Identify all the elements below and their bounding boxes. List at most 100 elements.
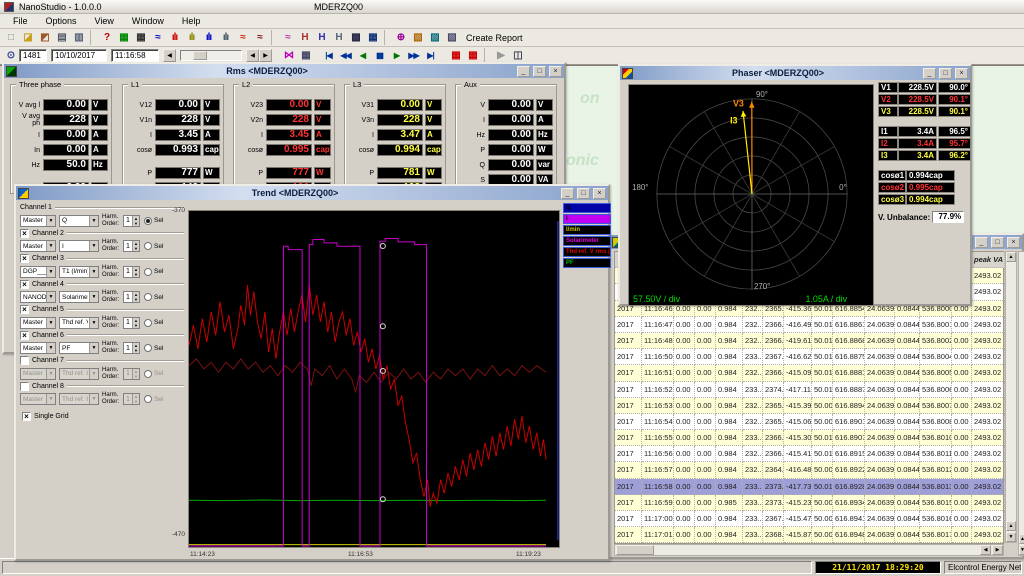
harmonics-table-icon[interactable]: ▦ xyxy=(132,30,149,45)
energy-table-icon[interactable]: ▩ xyxy=(347,30,364,45)
skip-start-button[interactable]: |◀ xyxy=(320,48,337,63)
phaser-window-titlebar[interactable]: Phaser <MDERZQ00> _ □ × xyxy=(620,66,970,80)
channel-4-param-select[interactable]: Solarimete▼ xyxy=(59,291,99,303)
channel-3-sel-radio[interactable] xyxy=(144,268,152,276)
table-vertical-scrollbar[interactable]: ▲ ▲ ▼ xyxy=(1005,251,1017,543)
harmonic-bars-olive-icon[interactable]: ılı xyxy=(183,30,200,45)
channel-6-checkbox[interactable]: × xyxy=(20,331,29,340)
channel-7-source-select[interactable]: Master▼ xyxy=(20,368,56,380)
channel-6-param-select[interactable]: PF▼ xyxy=(59,342,99,354)
hold-gray-icon[interactable]: H xyxy=(330,30,347,45)
channel-8-checkbox[interactable] xyxy=(20,382,29,391)
scroll-right-button[interactable]: ▶ xyxy=(992,545,1003,555)
channel-8-source-select[interactable]: Master▼ xyxy=(20,393,56,405)
channel-8-sel-radio[interactable] xyxy=(144,395,152,403)
report-doc2-icon[interactable]: ▨ xyxy=(426,30,443,45)
scroll-down-button[interactable]: ▲ xyxy=(1006,521,1016,531)
table-row[interactable]: 201711:16:520.000.000.984233...2374...-4… xyxy=(615,382,1003,398)
phaser-close-button[interactable]: × xyxy=(955,68,968,79)
harmonic-bars-blue-icon[interactable]: ılı xyxy=(200,30,217,45)
channel-7-param-select[interactable]: Thd ref. I▼ xyxy=(59,368,99,380)
rewind-button[interactable]: ◀◀ xyxy=(337,48,354,63)
channel-3-param-select[interactable]: T1 (l/min)▼ xyxy=(59,266,99,278)
report-doc3-icon[interactable]: ▧ xyxy=(443,30,460,45)
print-icon[interactable]: ▤ xyxy=(53,30,70,45)
table-row[interactable]: 201711:16:470.000.000.984232...2366...-4… xyxy=(615,317,1003,333)
channel-7-harm-order-spinner[interactable]: 1▲▼ xyxy=(123,368,140,380)
event-marker-icon[interactable]: ⋈ xyxy=(280,48,297,63)
legend-3[interactable]: l/min xyxy=(563,225,611,235)
close-file-icon[interactable]: ◩ xyxy=(36,30,53,45)
trend-marker-icon[interactable]: ≈ xyxy=(279,30,296,45)
winscroll-down-button[interactable]: ▼ xyxy=(1019,545,1024,555)
channel-8-harm-order-spinner[interactable]: 1▲▼ xyxy=(123,393,140,405)
time-slider-thumb[interactable] xyxy=(193,51,207,60)
menu-view[interactable]: View xyxy=(86,15,123,27)
channel-1-param-select[interactable]: Q▼ xyxy=(59,215,99,227)
hold-red-icon[interactable]: H xyxy=(296,30,313,45)
table-minimize-button[interactable]: _ xyxy=(975,237,988,248)
table-row[interactable]: 201711:17:010.000.000.984233...2368...-4… xyxy=(615,527,1003,543)
table-row[interactable]: 201711:16:500.000.000.984233...2367...-4… xyxy=(615,349,1003,365)
channel-2-source-select[interactable]: Master▼ xyxy=(20,240,56,252)
channel-5-sel-radio[interactable] xyxy=(144,319,152,327)
legend-4[interactable]: Solarimeter xyxy=(563,236,611,246)
window-vertical-scrollbar[interactable]: ▲ ▼ xyxy=(1018,251,1024,556)
channel-4-harm-order-spinner[interactable]: 1▲▼ xyxy=(123,291,140,303)
channel-3-source-select[interactable]: DGP___▼ xyxy=(20,266,56,278)
legend-2[interactable]: I xyxy=(563,214,611,224)
rms-maximize-button[interactable]: □ xyxy=(533,66,546,77)
trend-close-button[interactable]: × xyxy=(593,188,606,199)
menu-window[interactable]: Window xyxy=(123,15,173,27)
legend-1[interactable]: Q xyxy=(563,203,611,213)
winscroll-up-button[interactable]: ▲ xyxy=(1019,534,1024,544)
grid-view-icon[interactable]: ▦ xyxy=(297,48,314,63)
channel-5-source-select[interactable]: Master▼ xyxy=(20,317,56,329)
channel-4-source-select[interactable]: NANODS▼ xyxy=(20,291,56,303)
trend-view-red-icon[interactable]: ≈ xyxy=(234,30,251,45)
help-icon[interactable]: ? xyxy=(98,30,115,45)
table-view-icon[interactable]: ▦ xyxy=(364,30,381,45)
waveform-view-icon[interactable]: ≈ xyxy=(149,30,166,45)
legend-6[interactable]: PF xyxy=(563,258,611,268)
table-row[interactable]: 201711:16:510.000.000.984232...2366...-4… xyxy=(615,365,1003,381)
channel-7-checkbox[interactable] xyxy=(20,356,29,365)
table-close-button[interactable]: × xyxy=(1007,237,1020,248)
table-row[interactable]: 201711:16:590.000.000.985233...2373...-4… xyxy=(615,495,1003,511)
legend-5[interactable]: Thd ref. V rms (L3) xyxy=(563,247,611,257)
table-row[interactable]: 201711:16:560.000.000.984232...2366...-4… xyxy=(615,446,1003,462)
scroll-down2-button[interactable]: ▼ xyxy=(1006,532,1016,542)
channel-2-param-select[interactable]: I▼ xyxy=(59,240,99,252)
table-row[interactable]: 201711:16:540.000.000.984232...2365...-4… xyxy=(615,414,1003,430)
records-icon[interactable]: ⊙ xyxy=(2,48,19,63)
play-button[interactable]: ▶ xyxy=(388,48,405,63)
channel-4-checkbox[interactable]: × xyxy=(20,280,29,289)
channel-1-sel-radio[interactable] xyxy=(144,217,152,225)
channel-4-sel-radio[interactable] xyxy=(144,293,152,301)
time-field[interactable]: 11:16:58 xyxy=(111,49,159,62)
data-table-red-icon[interactable]: ▦ xyxy=(447,48,464,63)
scroll-up-button[interactable]: ▲ xyxy=(1006,252,1016,262)
channel-7-sel-radio[interactable] xyxy=(144,370,152,378)
phaser-minimize-button[interactable]: _ xyxy=(923,68,936,79)
step-back-button[interactable]: ◀ xyxy=(354,48,371,63)
menu-file[interactable]: File xyxy=(4,15,37,27)
channel-3-harm-order-spinner[interactable]: 1▲▼ xyxy=(123,266,140,278)
time-slider[interactable] xyxy=(180,50,242,61)
create-report-button[interactable]: Create Report xyxy=(466,33,523,43)
hscroll-thumb[interactable] xyxy=(616,545,654,555)
pause-button[interactable]: ▮▮ xyxy=(371,48,388,63)
table-row-selected[interactable]: 201711:16:580.000.000.984233...2373...-4… xyxy=(615,479,1003,495)
fast-forward-button[interactable]: ▶▶ xyxy=(405,48,422,63)
skip-end-button[interactable]: ▶| xyxy=(422,48,439,63)
channel-2-checkbox[interactable]: × xyxy=(20,229,29,238)
phaser-view-icon[interactable]: ⊕ xyxy=(392,30,409,45)
date-field[interactable]: 10/10/2017 xyxy=(51,49,107,62)
rms-view-icon[interactable]: ▦ xyxy=(115,30,132,45)
trend-maximize-button[interactable]: □ xyxy=(577,188,590,199)
open-folder-icon[interactable]: ◪ xyxy=(19,30,36,45)
table-row[interactable]: 201711:16:570.000.000.984232...2364...-4… xyxy=(615,462,1003,478)
channel-3-checkbox[interactable]: × xyxy=(20,254,29,263)
channel-1-source-select[interactable]: Master▼ xyxy=(20,215,56,227)
channel-2-harm-order-spinner[interactable]: 1▲▼ xyxy=(123,240,140,252)
